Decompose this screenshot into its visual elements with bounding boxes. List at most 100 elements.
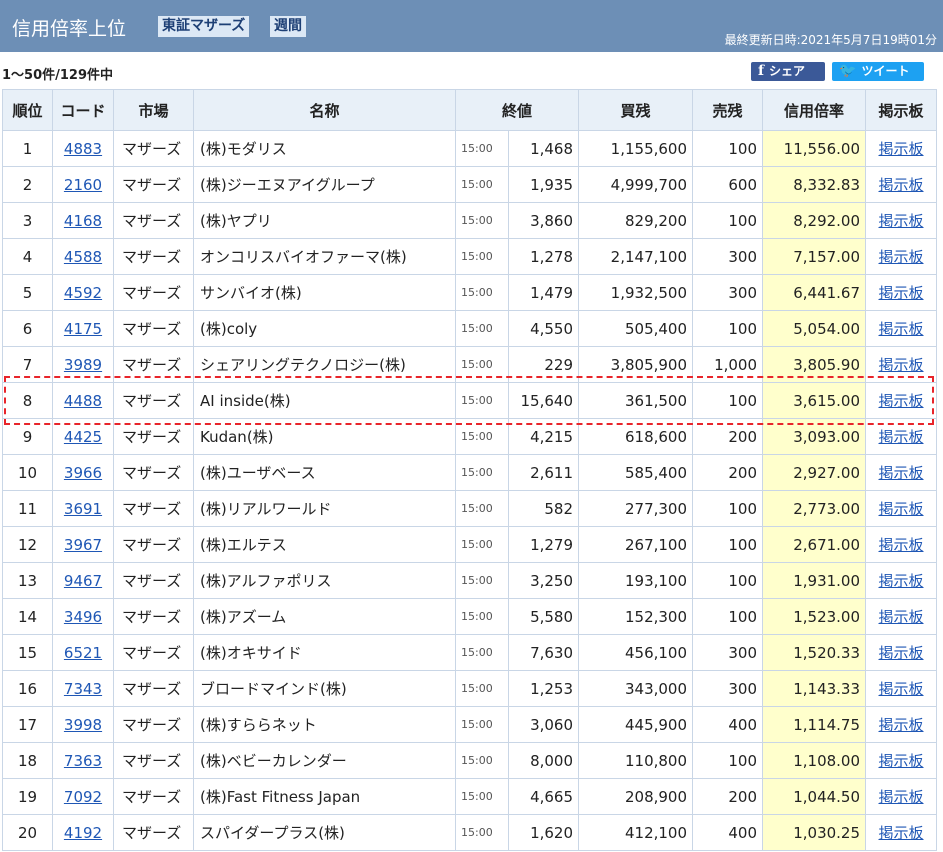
market-cell: マザーズ [113,382,194,419]
board-link[interactable]: 掲示板 [879,356,924,374]
code-link[interactable]: 4588 [64,248,102,266]
board-link[interactable]: 掲示板 [879,716,924,734]
board-link[interactable]: 掲示板 [879,392,924,410]
board-link[interactable]: 掲示板 [879,572,924,590]
board-link[interactable]: 掲示板 [879,320,924,338]
code-link[interactable]: 4175 [64,320,102,338]
board-link[interactable]: 掲示板 [879,248,924,266]
col-name[interactable]: 名称 [193,89,456,131]
code-link[interactable]: 7343 [64,680,102,698]
col-ratio[interactable]: 信用倍率 [762,89,867,131]
ratio-cell: 2,927.00 [762,454,867,491]
facebook-share-button[interactable]: f シェア [751,62,825,81]
code-link[interactable]: 4883 [64,140,102,158]
twitter-share-button[interactable]: 🐦 ツイート [832,62,924,81]
col-sell[interactable]: 売残 [692,89,764,131]
rank-cell: 8 [2,382,53,419]
code-cell: 3966 [52,454,114,491]
code-link[interactable]: 3496 [64,608,102,626]
board-link[interactable]: 掲示板 [879,536,924,554]
board-cell: 掲示板 [865,346,938,383]
sell-cell: 100 [692,382,764,419]
name-cell: (株)ヤプリ [193,202,456,239]
code-cell: 3998 [52,706,114,743]
buy-cell: 4,999,700 [578,166,694,203]
code-cell: 4425 [52,418,114,455]
ratio-cell: 2,773.00 [762,490,867,527]
col-close[interactable]: 終値 [454,89,580,131]
table-row: 4 4588 マザーズ オンコリスバイオファーマ(株) 15:00 1,278 2,147,… [2,238,938,275]
buy-cell: 412,100 [578,814,694,851]
code-link[interactable]: 4168 [64,212,102,230]
sell-cell: 1,000 [692,346,764,383]
buy-cell: 456,100 [578,634,694,671]
board-link[interactable]: 掲示板 [879,500,924,518]
code-link[interactable]: 4488 [64,392,102,410]
ratio-cell: 2,671.00 [762,526,867,563]
board-link[interactable]: 掲示板 [879,212,924,230]
sell-cell: 600 [692,166,764,203]
code-link[interactable]: 7363 [64,752,102,770]
rank-cell: 12 [2,526,53,563]
code-link[interactable]: 4592 [64,284,102,302]
close-cell: 1,279 [507,526,580,563]
code-link[interactable]: 4425 [64,428,102,446]
name-cell: (株)ジーエヌアイグループ [193,166,456,203]
code-link[interactable]: 3989 [64,356,102,374]
board-link[interactable]: 掲示板 [879,284,924,302]
sell-cell: 100 [692,598,764,635]
col-buy[interactable]: 買残 [578,89,694,131]
col-board[interactable]: 掲示板 [865,89,938,131]
close-cell: 15,640 [507,382,580,419]
code-link[interactable]: 3967 [64,536,102,554]
table-row: 9 4425 マザーズ Kudan(株) 15:00 4,215 618,600 200 3,0… [2,418,938,455]
col-code[interactable]: コード [52,89,114,131]
twitter-icon: 🐦 [839,63,857,79]
board-cell: 掲示板 [865,490,938,527]
board-link[interactable]: 掲示板 [879,752,924,770]
board-link[interactable]: 掲示板 [879,824,924,842]
name-cell: (株)リアルワールド [193,490,456,527]
market-cell: マザーズ [113,742,194,779]
code-link[interactable]: 9467 [64,572,102,590]
table-row: 6 4175 マザーズ (株)coly 15:00 4,550 505,400 100 5,05… [2,310,938,347]
board-link[interactable]: 掲示板 [879,788,924,806]
ratio-cell: 7,157.00 [762,238,867,275]
sell-cell: 300 [692,274,764,311]
board-link[interactable]: 掲示板 [879,680,924,698]
code-link[interactable]: 3998 [64,716,102,734]
code-link[interactable]: 4192 [64,824,102,842]
board-link[interactable]: 掲示板 [879,428,924,446]
market-cell: マザーズ [113,598,194,635]
code-cell: 4168 [52,202,114,239]
rank-cell: 15 [2,634,53,671]
ratio-cell: 8,332.83 [762,166,867,203]
table-row: 17 3998 マザーズ (株)すららネット 15:00 3,060 445,900 400 1… [2,706,938,743]
time-cell: 15:00 [455,382,509,419]
code-link[interactable]: 2160 [64,176,102,194]
code-cell: 4175 [52,310,114,347]
code-link[interactable]: 3966 [64,464,102,482]
market-cell: マザーズ [113,202,194,239]
board-link[interactable]: 掲示板 [879,644,924,662]
col-rank[interactable]: 順位 [2,89,53,131]
code-link[interactable]: 3691 [64,500,102,518]
table-row: 19 7092 マザーズ (株)Fast Fitness Japan 15:00 4,66… [2,778,938,815]
board-link[interactable]: 掲示板 [879,140,924,158]
name-cell: スパイダープラス(株) [193,814,456,851]
time-cell: 15:00 [455,778,509,815]
period-tag[interactable]: 週間 [270,16,306,37]
board-link[interactable]: 掲示板 [879,464,924,482]
board-link[interactable]: 掲示板 [879,608,924,626]
ratio-cell: 3,093.00 [762,418,867,455]
buy-cell: 3,805,900 [578,346,694,383]
buy-cell: 208,900 [578,778,694,815]
market-tag[interactable]: 東証マザーズ [158,16,250,37]
board-link[interactable]: 掲示板 [879,176,924,194]
code-link[interactable]: 7092 [64,788,102,806]
ratio-cell: 1,030.25 [762,814,867,851]
board-cell: 掲示板 [865,562,938,599]
name-cell: (株)ユーザベース [193,454,456,491]
code-link[interactable]: 6521 [64,644,102,662]
col-market[interactable]: 市場 [113,89,194,131]
